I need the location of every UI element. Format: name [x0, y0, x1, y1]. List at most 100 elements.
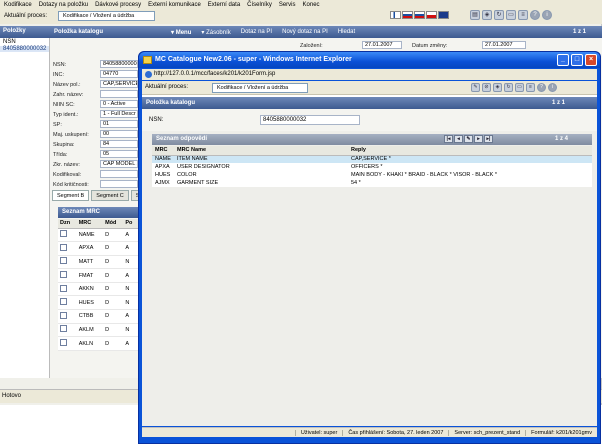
- field-value[interactable]: 84: [100, 140, 138, 148]
- help-icon[interactable]: ?: [530, 10, 540, 20]
- popup-process-field[interactable]: Kodifikace / Vložení a údržba: [212, 83, 308, 93]
- col-mrc-name: MRC Name: [174, 146, 348, 156]
- dotaz-button[interactable]: Dotaz na PI: [241, 29, 272, 35]
- list-icon[interactable]: ≡: [526, 83, 535, 92]
- row-checkbox[interactable]: [60, 284, 67, 292]
- popup-nsn-field[interactable]: 8405880000032: [260, 115, 360, 125]
- field-label: Skupina:: [53, 142, 75, 148]
- table-row[interactable]: HUES D N: [58, 295, 138, 311]
- field-value[interactable]: CAP,SERVICE: [100, 80, 138, 88]
- settings-icon[interactable]: ◈: [482, 10, 492, 20]
- field-value[interactable]: 00: [100, 130, 138, 138]
- menu-servis[interactable]: Servis: [279, 2, 296, 8]
- cell-mod: D: [103, 268, 124, 283]
- field-value[interactable]: 8405880000032: [100, 60, 138, 68]
- field-value[interactable]: CAP MODEL 2: [100, 160, 138, 168]
- flag-sk-icon[interactable]: [402, 11, 413, 19]
- menu-dotazy[interactable]: Dotazy na položku: [39, 2, 88, 8]
- record-count: 1 z 1: [572, 29, 586, 35]
- novy-dotaz-button[interactable]: Nový dotaz na PI: [282, 29, 328, 35]
- settings-icon[interactable]: ◈: [493, 83, 502, 92]
- flag-uk-icon[interactable]: [438, 11, 449, 19]
- tab-segment-c[interactable]: Segment C: [91, 190, 129, 201]
- field-value[interactable]: [100, 170, 138, 178]
- datum-zmeny-field[interactable]: 27.01.2007: [482, 41, 526, 49]
- row-checkbox[interactable]: [60, 257, 67, 265]
- refresh-icon[interactable]: ↻: [494, 10, 504, 20]
- row-checkbox[interactable]: [60, 230, 67, 238]
- field-label: Zahr. název:: [53, 92, 84, 98]
- field-value[interactable]: 0 - Active: [100, 100, 138, 108]
- menu-ciselniky[interactable]: Číselníky: [247, 2, 272, 8]
- field-value[interactable]: [100, 90, 138, 98]
- field-value[interactable]: 05: [100, 150, 138, 158]
- table-row[interactable]: MATT D N: [58, 255, 138, 270]
- prev-page-icon[interactable]: ◂: [454, 135, 463, 143]
- row-checkbox[interactable]: [60, 271, 67, 279]
- row-checkbox[interactable]: [60, 243, 67, 251]
- help-icon[interactable]: ?: [537, 83, 546, 92]
- close-button[interactable]: ×: [585, 54, 597, 66]
- list-icon[interactable]: ≡: [518, 10, 528, 20]
- flag-ru-icon[interactable]: [414, 11, 425, 19]
- field-label: Zkr. název:: [53, 162, 80, 168]
- window-controls: _ □ ×: [557, 54, 597, 66]
- table-row[interactable]: HUES COLOR MAIN BODY - KHAKI * BRAID - BLA…: [152, 171, 592, 179]
- tab-segment-b[interactable]: Segment B: [52, 190, 90, 201]
- items-nsn-header: NSN: [3, 39, 16, 45]
- info-icon[interactable]: i: [548, 83, 557, 92]
- field-value[interactable]: 01: [100, 120, 138, 128]
- field-value[interactable]: 04770: [100, 70, 138, 78]
- table-row[interactable]: APXA D A: [58, 241, 138, 256]
- table-row[interactable]: NAME D A: [58, 228, 138, 243]
- popup-toolbar: Aktuální proces: Kodifikace / Vložení a …: [142, 81, 597, 95]
- cancel-icon[interactable]: ⊘: [482, 83, 491, 92]
- edit-icon[interactable]: ✎: [471, 83, 480, 92]
- table-row[interactable]: AKLN D A: [58, 336, 138, 351]
- menu-externi-data[interactable]: Externí data: [208, 2, 240, 8]
- items-nsn-value[interactable]: 8405880000032: [0, 46, 49, 52]
- menu-button[interactable]: ▾ Menu: [171, 29, 191, 36]
- field-value[interactable]: [100, 180, 138, 188]
- menu-konec[interactable]: Konec: [303, 2, 320, 8]
- menu-kodifikace[interactable]: Kodifikace: [4, 2, 32, 8]
- hledat-button[interactable]: Hledat: [338, 29, 355, 35]
- table-row[interactable]: AKKN D N: [58, 282, 138, 297]
- zalozeni-field[interactable]: 27.01.2007: [362, 41, 402, 49]
- row-checkbox[interactable]: [60, 298, 67, 306]
- items-panel: NSN 8405880000032: [0, 38, 50, 378]
- zasobnik-button[interactable]: ▾ Zásobník: [201, 29, 230, 36]
- cell-po: A: [123, 309, 138, 324]
- menu-davkove-procesy[interactable]: Dávkové procesy: [95, 2, 141, 8]
- cell-po: N: [123, 323, 138, 338]
- table-row[interactable]: FMAT D A: [58, 268, 138, 283]
- next-page-icon[interactable]: ▸: [474, 135, 483, 143]
- popup-title-bar[interactable]: MC Catalogue New2.06 - super - Windows I…: [139, 52, 600, 68]
- maximize-button[interactable]: □: [571, 54, 583, 66]
- menu-externi-komunikace[interactable]: Externí komunikace: [148, 2, 201, 8]
- info-icon[interactable]: i: [542, 10, 552, 20]
- table-row[interactable]: AKLM D N: [58, 323, 138, 338]
- status-form: Formulář: k201/k201gmv: [525, 429, 597, 436]
- row-checkbox[interactable]: [60, 325, 67, 333]
- document-icon[interactable]: ▭: [515, 83, 524, 92]
- last-page-icon[interactable]: ▸|: [484, 135, 493, 143]
- address-bar[interactable]: http://127.0.0.1/mcc/faces/k201/k201Form…: [142, 69, 597, 80]
- table-row[interactable]: AJMX GARMENT SIZE 54 *: [152, 179, 592, 187]
- first-page-icon[interactable]: |◂: [444, 135, 453, 143]
- minimize-button[interactable]: _: [557, 54, 569, 66]
- table-row[interactable]: APXA USER DESIGNATOR OFFICERS *: [152, 163, 592, 171]
- row-checkbox[interactable]: [60, 339, 67, 347]
- table-row[interactable]: NAME ITEM NAME CAP,SERVICE *: [152, 155, 592, 163]
- print-icon[interactable]: ▤: [470, 10, 480, 20]
- flag-cz-icon[interactable]: [426, 11, 437, 19]
- field-value[interactable]: 1 - Full Descr: [100, 110, 138, 118]
- table-row[interactable]: CTBB D A: [58, 309, 138, 324]
- row-checkbox[interactable]: [60, 311, 67, 319]
- process-field[interactable]: Kodifikace / Vložení a údržba: [58, 11, 155, 21]
- document-icon[interactable]: ▭: [506, 10, 516, 20]
- refresh-icon[interactable]: ↻: [504, 83, 513, 92]
- field-label: Maj. uskupení:: [53, 132, 89, 138]
- flag-fi-icon[interactable]: [390, 11, 401, 19]
- edit-row-icon[interactable]: ✎: [464, 135, 473, 143]
